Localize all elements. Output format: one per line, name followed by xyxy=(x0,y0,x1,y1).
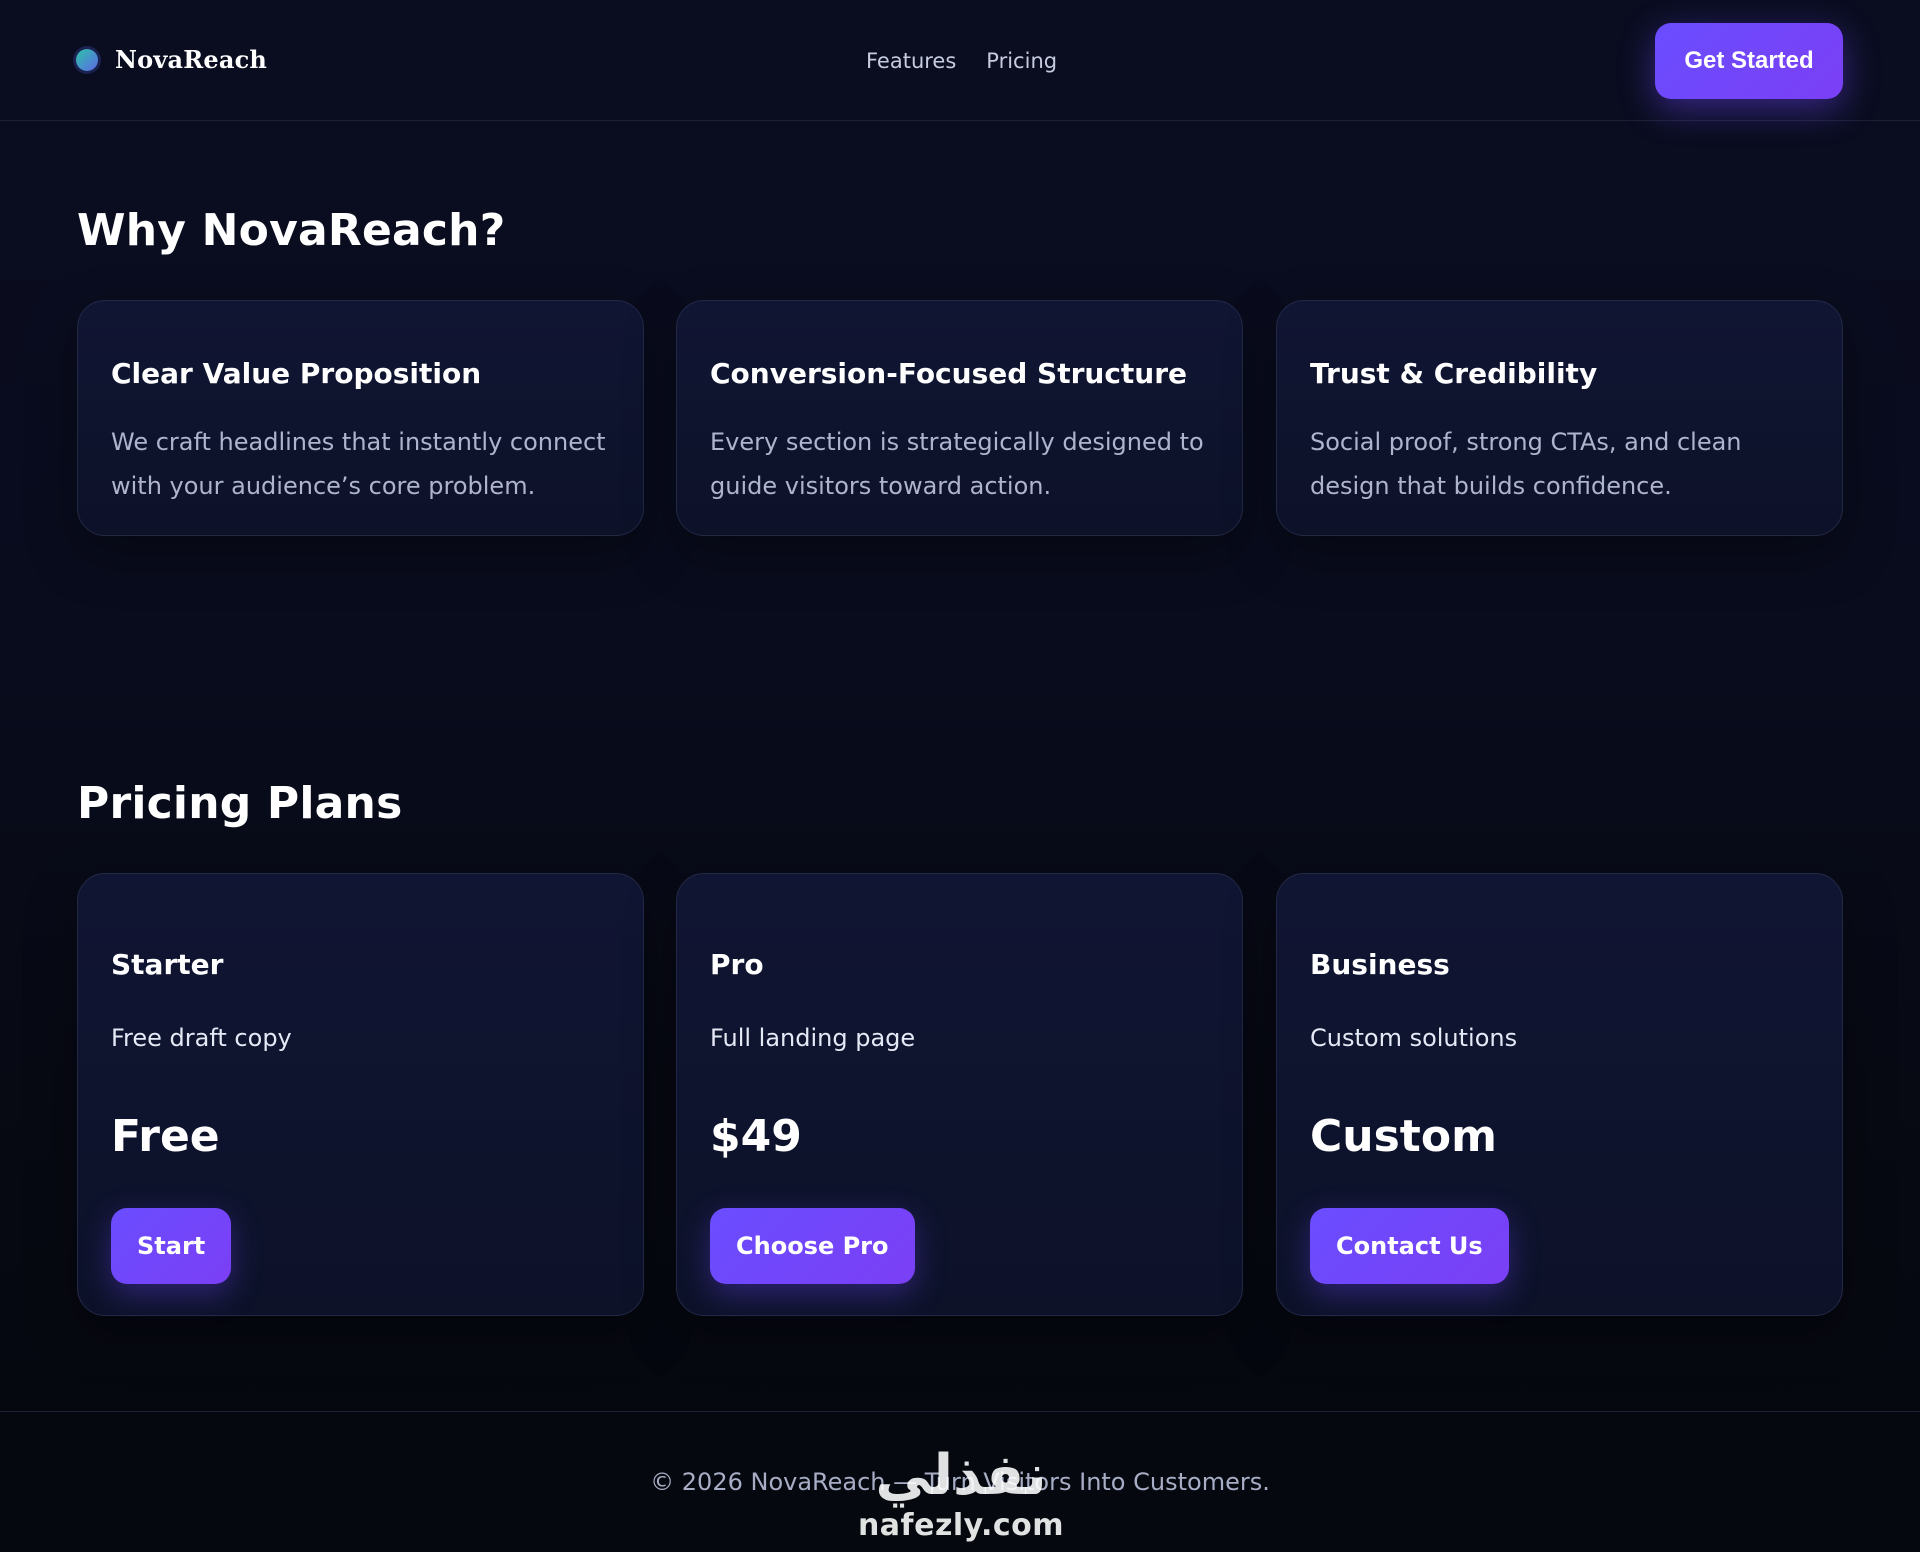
feature-card-description: We craft headlines that instantly connec… xyxy=(111,428,606,500)
logo-circle-icon xyxy=(73,45,101,74)
plan-name: Business xyxy=(1310,948,1450,981)
plan-price: $49 xyxy=(710,1111,802,1162)
footer-copyright: © 2026 NovaReach — Turn Visitors Into Cu… xyxy=(650,1468,1270,1496)
plan-price: Custom xyxy=(1310,1111,1497,1162)
feature-card-trust: Trust & Credibility Social proof, strong… xyxy=(1276,300,1843,536)
feature-card-description: Every section is strategically designed … xyxy=(710,428,1204,500)
start-button[interactable]: Start xyxy=(111,1208,232,1284)
pricing-card-starter: Starter Free draft copy Free Start xyxy=(77,873,644,1316)
plan-price: Free xyxy=(111,1111,220,1162)
pricing-card-business: Business Custom solutions Custom Contact… xyxy=(1276,873,1843,1316)
nav-link-pricing[interactable]: Pricing xyxy=(986,47,1057,75)
feature-card-title: Clear Value Proposition xyxy=(111,357,482,390)
brand-logo[interactable]: NovaReach xyxy=(73,45,267,74)
pricing-section-title: Pricing Plans xyxy=(77,778,403,829)
get-started-button[interactable]: Get Started xyxy=(1655,23,1843,99)
feature-card-value: Clear Value Proposition We craft headlin… xyxy=(77,300,644,536)
watermark-latin-text: nafezly.com xyxy=(857,1508,1065,1543)
choose-pro-button[interactable]: Choose Pro xyxy=(710,1208,915,1284)
site-header: NovaReach Features Pricing Get Started xyxy=(0,0,1920,121)
features-section-title: Why NovaReach? xyxy=(77,205,506,256)
contact-us-button[interactable]: Contact Us xyxy=(1310,1208,1509,1284)
feature-card-description: Social proof, strong CTAs, and clean des… xyxy=(1310,428,1742,500)
plan-name: Pro xyxy=(710,948,764,981)
plan-subtitle: Custom solutions xyxy=(1310,1024,1518,1052)
site-footer: © 2026 NovaReach — Turn Visitors Into Cu… xyxy=(0,1411,1920,1552)
pricing-card-pro: Pro Full landing page $49 Choose Pro xyxy=(676,873,1243,1316)
brand-name: NovaReach xyxy=(115,45,268,74)
main-nav: Features Pricing xyxy=(866,47,1057,75)
nav-link-features[interactable]: Features xyxy=(866,47,956,75)
plan-subtitle: Full landing page xyxy=(710,1024,916,1052)
plan-subtitle: Free draft copy xyxy=(111,1024,292,1052)
feature-card-structure: Conversion-Focused Structure Every secti… xyxy=(676,300,1243,536)
plan-name: Starter xyxy=(111,948,224,981)
feature-card-title: Conversion-Focused Structure xyxy=(710,357,1188,390)
feature-card-title: Trust & Credibility xyxy=(1310,357,1598,390)
